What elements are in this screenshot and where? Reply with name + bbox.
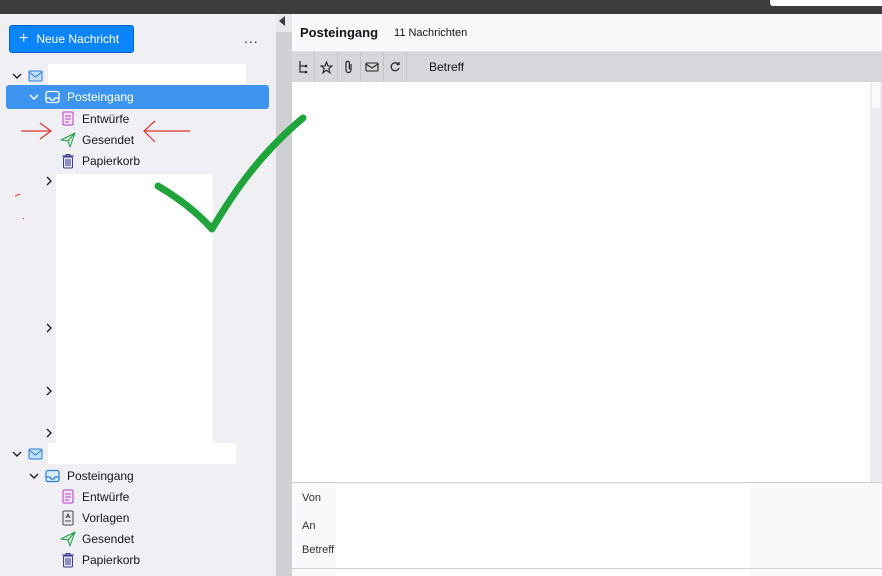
folder-trash-1[interactable]: Papierkorb: [60, 150, 140, 171]
to-label: An: [302, 520, 316, 532]
collapse-arrow-icon: [279, 16, 285, 26]
from-label: Von: [302, 492, 321, 504]
message-list[interactable]: [292, 82, 870, 482]
folder-label: Papierkorb: [82, 153, 141, 168]
plus-icon: +: [19, 30, 29, 47]
folder-sent-1[interactable]: Gesendet: [60, 129, 134, 150]
scrollbar-thumb[interactable]: [872, 82, 880, 108]
folders-redacted: [56, 174, 213, 444]
folder-label: Papierkorb: [82, 552, 141, 567]
chevron-right-icon[interactable]: [42, 321, 56, 335]
mail-account-icon: [28, 446, 44, 462]
pane-splitter[interactable]: [276, 14, 292, 576]
spam-column-button[interactable]: [361, 52, 384, 82]
folder-drafts-2[interactable]: Entwürfe: [60, 486, 129, 507]
trash-icon: [60, 552, 76, 568]
folder-label: Entwürfe: [82, 111, 130, 126]
folder-templates-2[interactable]: Vorlagen: [60, 507, 129, 528]
preview-divider: [292, 568, 882, 569]
column-header-bar: Betreff: [292, 52, 882, 82]
thread-column-button[interactable]: [292, 52, 315, 82]
folder-trash-2[interactable]: Papierkorb: [60, 549, 140, 570]
account-name-redacted: [48, 64, 246, 86]
junk-icon: [365, 62, 379, 72]
sent-icon: [60, 132, 76, 148]
chevron-right-icon[interactable]: [42, 174, 56, 188]
read-status-icon: [390, 62, 400, 72]
mail-account-icon: [28, 68, 44, 84]
chevron-down-icon[interactable]: [27, 90, 41, 104]
folder-inbox-1[interactable]: Posteingang: [6, 85, 269, 109]
message-count: 11 Nachrichten: [394, 26, 468, 39]
drafts-icon: [60, 111, 76, 127]
header-values-redacted: [336, 484, 750, 576]
chevron-down-icon[interactable]: [10, 447, 24, 461]
folder-label: Vorlagen: [82, 510, 130, 525]
star-icon: [319, 60, 333, 74]
folder-label: Posteingang: [67, 90, 134, 104]
message-list-scrollbar[interactable]: [870, 82, 882, 482]
chevron-down-icon[interactable]: [27, 469, 41, 483]
chevron-right-icon[interactable]: [42, 384, 56, 398]
inbox-icon: [45, 468, 61, 484]
paperclip-icon: [345, 60, 352, 74]
search-field[interactable]: [770, 0, 882, 6]
new-message-label: Neue Nachricht: [36, 32, 120, 46]
folder-drafts-1[interactable]: Entwürfe: [60, 108, 129, 129]
read-column-button[interactable]: [384, 52, 407, 82]
folder-label: Gesendet: [82, 132, 135, 147]
thread-icon: [299, 61, 308, 74]
thread-pane-header: Posteingang 11 Nachrichten: [292, 14, 882, 52]
sent-icon: [60, 531, 76, 547]
new-message-button[interactable]: + Neue Nachricht: [9, 25, 134, 53]
folder-title: Posteingang: [300, 25, 379, 40]
attachment-column-button[interactable]: [338, 52, 361, 82]
star-column-button[interactable]: [315, 52, 338, 82]
folder-sent-2[interactable]: Gesendet: [60, 528, 134, 549]
account-row-1[interactable]: [10, 65, 50, 86]
trash-icon: [60, 153, 76, 169]
folder-label: Posteingang: [67, 468, 134, 483]
chevron-down-icon[interactable]: [10, 69, 24, 83]
subject-column-header[interactable]: Betreff: [429, 60, 464, 74]
folder-label: Gesendet: [82, 531, 135, 546]
chevron-right-icon[interactable]: [42, 426, 56, 440]
more-options-button[interactable]: ...: [244, 30, 259, 46]
inbox-icon: [45, 89, 61, 105]
subject-label: Betreff: [302, 544, 335, 556]
drafts-icon: [60, 489, 76, 505]
folder-inbox-2[interactable]: Posteingang: [27, 465, 134, 486]
account-row-2[interactable]: [10, 443, 50, 464]
account-name-redacted: [48, 443, 236, 464]
folder-label: Entwürfe: [82, 489, 130, 504]
window-titlebar: [0, 0, 882, 14]
templates-icon: [60, 510, 76, 526]
